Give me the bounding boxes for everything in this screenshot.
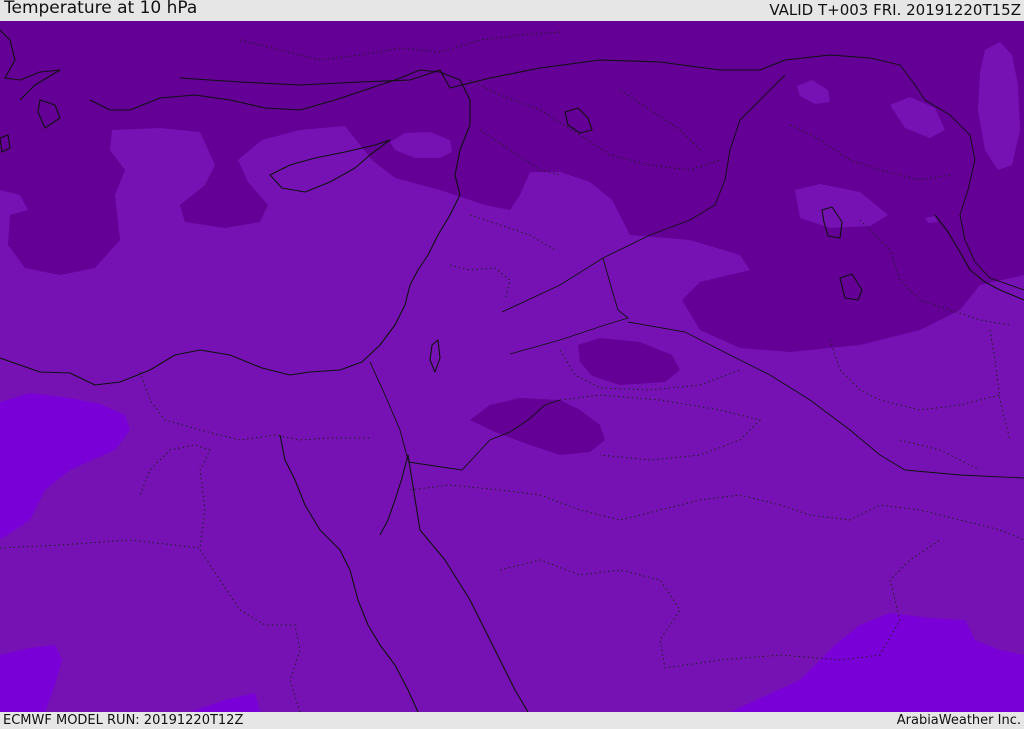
temperature-map[interactable] bbox=[0, 21, 1024, 712]
map-frame: Temperature at 10 hPa VALID T+003 FRI. 2… bbox=[0, 0, 1024, 729]
map-title: Temperature at 10 hPa bbox=[4, 0, 198, 18]
valid-time-label: VALID T+003 FRI. 20191220T15Z bbox=[769, 1, 1021, 19]
header-bar: Temperature at 10 hPa VALID T+003 FRI. 2… bbox=[0, 0, 1024, 21]
publisher-credit: ArabiaWeather Inc. bbox=[896, 713, 1021, 728]
footer-bar: ECMWF MODEL RUN: 20191220T12Z ArabiaWeat… bbox=[0, 712, 1024, 729]
model-run-label: ECMWF MODEL RUN: 20191220T12Z bbox=[3, 713, 244, 728]
